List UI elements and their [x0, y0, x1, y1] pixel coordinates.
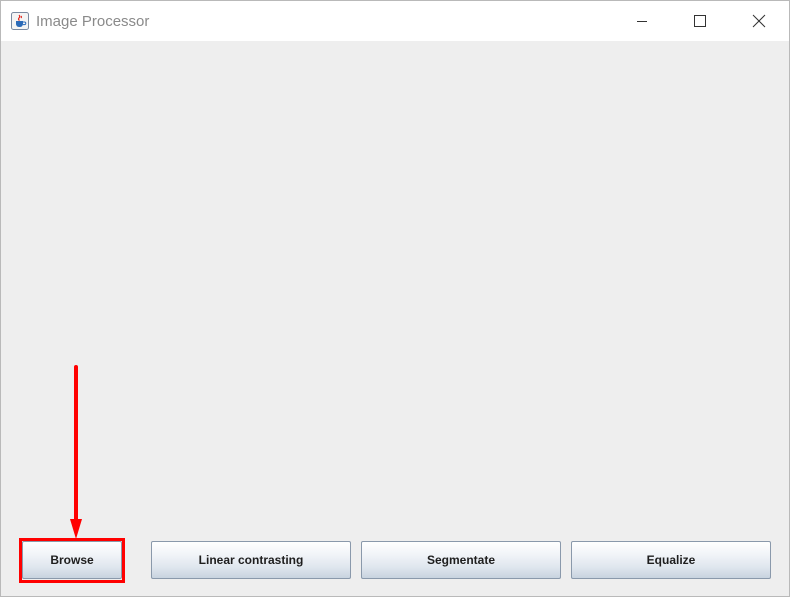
linear-contrasting-button[interactable]: Linear contrasting — [151, 541, 351, 579]
red-arrow-icon — [70, 365, 82, 539]
close-button[interactable] — [730, 1, 788, 41]
close-icon — [752, 14, 766, 28]
java-cup-icon — [11, 12, 29, 30]
maximize-icon — [694, 15, 706, 27]
minimize-icon — [637, 21, 647, 22]
image-panel: Browse Linear contrasting Segmentate Equ… — [1, 41, 789, 596]
equalize-button[interactable]: Equalize — [571, 541, 771, 579]
minimize-button[interactable] — [613, 1, 671, 41]
segmentate-button[interactable]: Segmentate — [361, 541, 561, 579]
maximize-button[interactable] — [671, 1, 729, 41]
title-bar[interactable]: Image Processor — [1, 1, 789, 41]
window-title: Image Processor — [36, 13, 150, 30]
app-window: Image Processor Browse Linear contrastin… — [0, 0, 790, 597]
browse-button[interactable]: Browse — [22, 541, 122, 579]
